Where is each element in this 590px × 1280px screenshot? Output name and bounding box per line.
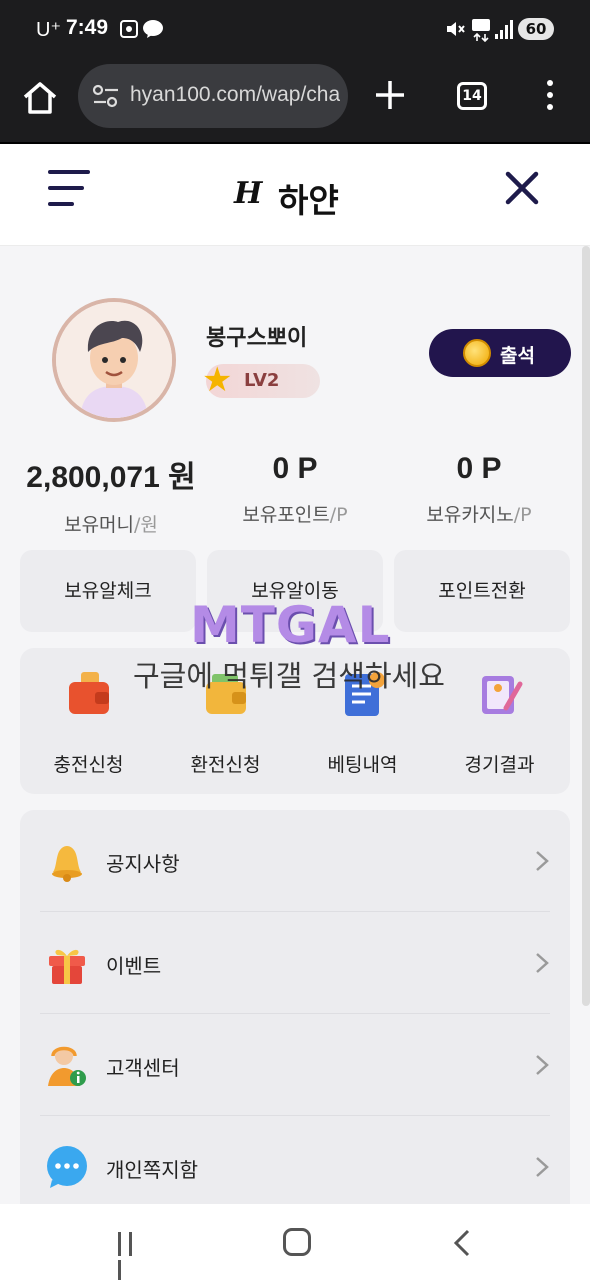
main-content: 봉구스뽀이 ★ LV2 출석 2,800,071 원 보유머니/원 0 P 보유… [0, 246, 590, 1230]
check-eggs-button[interactable]: 보유알체크 [20, 550, 196, 632]
home-button-icon[interactable] [283, 1228, 311, 1256]
site-header: H 하얀 [0, 144, 590, 246]
menu-item-messages[interactable]: 개인쪽지함 [40, 1116, 550, 1218]
url-text[interactable]: hyan100.com/wap/cha [130, 83, 340, 107]
screenshot-icon [120, 20, 138, 38]
wallet-red-icon [68, 672, 109, 714]
overflow-menu-icon[interactable] [540, 78, 560, 114]
browser-toolbar: hyan100.com/wap/cha 14 [0, 60, 590, 144]
coin-icon [463, 339, 491, 367]
service-label: 경기결과 [464, 754, 535, 776]
notepad-pen-icon [481, 676, 522, 714]
balance-label: 보유머니 [64, 514, 135, 536]
battery-indicator: 60 [518, 18, 554, 40]
watermark-caption: 구글에 먹튀갤 검색하세요 [133, 659, 445, 693]
bell-icon [52, 846, 82, 882]
match-results-button[interactable]: 경기결과 [431, 670, 568, 777]
clock: 7:49 [66, 16, 109, 39]
balance-casino: 0 P 보유카지노/P [394, 452, 564, 527]
tab-switcher-button[interactable]: 14 [457, 82, 487, 110]
recent-apps-icon[interactable] [118, 1232, 148, 1280]
username: 봉구스뽀이 [206, 326, 308, 351]
attendance-label: 출석 [500, 345, 535, 367]
close-icon[interactable] [502, 168, 542, 208]
menu-list: 공지사항 이벤트 고객센터 개인쪽지함 [20, 810, 570, 1230]
chevron-right-icon [536, 1055, 549, 1075]
balance-label: 보유포인트 [242, 504, 330, 526]
menu-item-label: 공지사항 [106, 852, 180, 876]
avatar-image [56, 302, 172, 418]
balance-value: 0 P [456, 452, 502, 485]
new-tab-icon[interactable] [372, 77, 408, 113]
service-label: 환전신청 [190, 754, 261, 776]
watermark-logo-text: MTGAL [190, 596, 391, 654]
hamburger-menu-icon[interactable] [48, 170, 90, 210]
convert-points-button[interactable]: 포인트전환 [394, 550, 570, 632]
scrollbar[interactable] [582, 246, 590, 1006]
attendance-button[interactable]: 출석 [429, 329, 571, 377]
chevron-right-icon [536, 953, 549, 973]
system-nav-bar [0, 1204, 590, 1280]
chevron-right-icon [536, 851, 549, 871]
kakaotalk-icon [143, 20, 163, 38]
network-5g-icon [472, 19, 490, 42]
screen: U⁺ 7:49 60 hyan100.com/wap/cha 14 H 하얀 봉… [0, 0, 590, 1280]
balance-unit: /원 [134, 514, 158, 536]
status-bar: U⁺ 7:49 60 [0, 0, 590, 60]
home-icon[interactable] [20, 78, 60, 118]
menu-item-notice[interactable]: 공지사항 [40, 810, 550, 912]
balance-value: 0 P [272, 452, 318, 485]
level-badge: ★ LV2 [202, 360, 320, 400]
balance-money: 2,800,071 원 보유머니/원 [20, 452, 202, 537]
level-text: LV2 [244, 370, 280, 391]
balance-unit: /P [329, 504, 348, 526]
service-label: 베팅내역 [327, 754, 398, 776]
balance-unit: /P [513, 504, 532, 526]
balance-label: 보유카지노 [426, 504, 514, 526]
address-bar[interactable]: hyan100.com/wap/cha [78, 64, 348, 128]
menu-item-label: 개인쪽지함 [106, 1158, 198, 1182]
star-icon: ★ [202, 360, 233, 400]
gift-icon [49, 949, 85, 984]
chat-bubble-icon [47, 1146, 87, 1188]
mute-icon [447, 22, 465, 36]
menu-item-customer-center[interactable]: 고객센터 [40, 1014, 550, 1116]
logo-mark: H [234, 176, 263, 211]
watermark-logo: MTGAL [190, 596, 390, 654]
avatar [52, 298, 176, 422]
signal-icon [495, 20, 513, 39]
menu-item-event[interactable]: 이벤트 [40, 912, 550, 1014]
menu-item-label: 이벤트 [106, 954, 162, 978]
support-agent-icon [48, 1046, 86, 1086]
service-label: 충전신청 [53, 754, 124, 776]
logo-text: 하얀 [278, 181, 339, 220]
carrier-label: U⁺ [36, 19, 61, 41]
site-settings-icon[interactable] [92, 84, 120, 108]
balance-points: 0 P 보유포인트/P [210, 452, 380, 527]
back-icon[interactable] [452, 1229, 472, 1257]
chevron-right-icon [536, 1157, 549, 1177]
menu-item-label: 고객센터 [106, 1056, 180, 1080]
balance-value: 2,800,071 원 [26, 461, 196, 494]
